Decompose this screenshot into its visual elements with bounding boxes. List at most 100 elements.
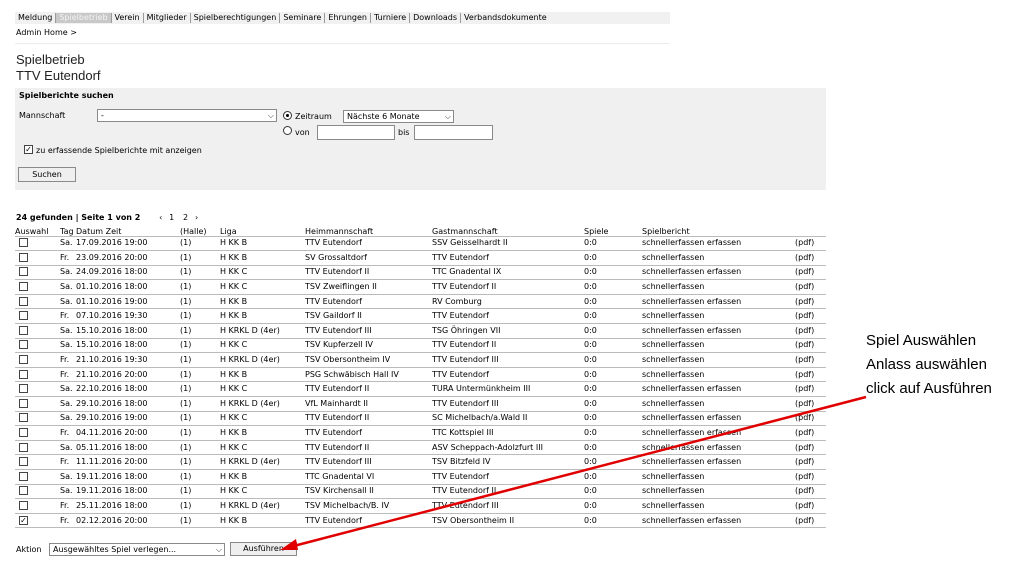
- schnellerfassen-link[interactable]: schnellerfassen: [642, 443, 704, 452]
- schnellerfassen-link[interactable]: schnellerfassen: [642, 399, 704, 408]
- schnellerfassen-link[interactable]: schnellerfassen: [642, 267, 704, 276]
- pdf-link[interactable]: (pdf): [795, 384, 814, 393]
- zeitraum-select[interactable]: Nächste 6 Monate ⌵: [343, 110, 454, 123]
- pdf-link[interactable]: (pdf): [795, 501, 814, 510]
- row-select-checkbox[interactable]: [19, 500, 28, 510]
- row-select-checkbox[interactable]: ✓: [19, 515, 28, 525]
- schnellerfassen-link[interactable]: schnellerfassen: [642, 253, 704, 262]
- row-select-checkbox[interactable]: [19, 369, 28, 379]
- schnellerfassen-link[interactable]: schnellerfassen: [642, 457, 704, 466]
- schnellerfassen-link[interactable]: schnellerfassen: [642, 282, 704, 291]
- cell-gastmannschaft: TTV Eutendorf II: [432, 279, 584, 295]
- erfassen-link[interactable]: erfassen: [707, 297, 741, 306]
- nav-item-meldung[interactable]: Meldung: [15, 13, 57, 23]
- row-select-checkbox[interactable]: [19, 457, 28, 467]
- schnellerfassen-link[interactable]: schnellerfassen: [642, 238, 704, 247]
- nav-item-verbandsdokumente[interactable]: Verbandsdokumente: [461, 13, 550, 23]
- schnellerfassen-link[interactable]: schnellerfassen: [642, 413, 704, 422]
- row-select-checkbox[interactable]: [19, 442, 28, 452]
- pdf-link[interactable]: (pdf): [795, 486, 814, 495]
- pdf-link[interactable]: (pdf): [795, 253, 814, 262]
- nav-item-seminare[interactable]: Seminare: [280, 13, 326, 23]
- schnellerfassen-link[interactable]: schnellerfassen: [642, 472, 704, 481]
- nav-item-mitglieder[interactable]: Mitglieder: [144, 13, 191, 23]
- schnellerfassen-link[interactable]: schnellerfassen: [642, 370, 704, 379]
- erfassen-link[interactable]: erfassen: [707, 238, 741, 247]
- von-input[interactable]: [317, 125, 395, 140]
- schnellerfassen-link[interactable]: schnellerfassen: [642, 355, 704, 364]
- erfassen-link[interactable]: erfassen: [707, 267, 741, 276]
- pdf-link[interactable]: (pdf): [795, 311, 814, 320]
- schnellerfassen-link[interactable]: schnellerfassen: [642, 311, 704, 320]
- next-page-icon[interactable]: ›: [195, 213, 198, 222]
- row-select-checkbox[interactable]: [19, 355, 28, 365]
- row-select-checkbox[interactable]: [19, 252, 28, 262]
- ausfuehren-button[interactable]: Ausführen: [230, 542, 297, 556]
- page-link-1[interactable]: 1: [169, 213, 174, 222]
- page-link-2[interactable]: 2: [183, 213, 188, 222]
- pdf-link[interactable]: (pdf): [795, 326, 814, 335]
- prev-page-icon[interactable]: ‹: [159, 213, 162, 222]
- schnellerfassen-link[interactable]: schnellerfassen: [642, 326, 704, 335]
- pdf-link[interactable]: (pdf): [795, 399, 814, 408]
- include-pending-checkbox[interactable]: ✓: [24, 145, 33, 154]
- row-select-checkbox[interactable]: [19, 384, 28, 394]
- nav-item-downloads[interactable]: Downloads: [410, 13, 462, 23]
- zeitraum-radio[interactable]: [283, 111, 292, 120]
- row-select-checkbox[interactable]: [19, 311, 28, 321]
- pdf-link[interactable]: (pdf): [795, 413, 814, 422]
- pdf-link[interactable]: (pdf): [795, 355, 814, 364]
- pdf-link[interactable]: (pdf): [795, 472, 814, 481]
- pdf-link[interactable]: (pdf): [795, 297, 814, 306]
- row-select-checkbox[interactable]: [19, 486, 28, 496]
- schnellerfassen-link[interactable]: schnellerfassen: [642, 297, 704, 306]
- breadcrumb[interactable]: Admin Home >: [16, 28, 77, 37]
- pdf-link[interactable]: (pdf): [795, 340, 814, 349]
- row-select-checkbox[interactable]: [19, 428, 28, 438]
- nav-item-spielberechtigungen[interactable]: Spielberechtigungen: [191, 13, 281, 23]
- row-select-checkbox[interactable]: [19, 296, 28, 306]
- row-select-checkbox[interactable]: [19, 325, 28, 335]
- erfassen-link[interactable]: erfassen: [707, 428, 741, 437]
- pdf-link[interactable]: (pdf): [795, 282, 814, 291]
- pdf-link[interactable]: (pdf): [795, 457, 814, 466]
- schnellerfassen-link[interactable]: schnellerfassen: [642, 516, 704, 525]
- pdf-link[interactable]: (pdf): [795, 443, 814, 452]
- pdf-link[interactable]: (pdf): [795, 238, 814, 247]
- cell-spiele: 0:0: [584, 512, 642, 529]
- nav-item-verein[interactable]: Verein: [112, 13, 144, 23]
- aktion-select[interactable]: Ausgewähltes Spiel verlegen... ⌵: [49, 543, 225, 556]
- row-select-checkbox[interactable]: [19, 282, 28, 292]
- cell-spielbericht: schnellerfassen: [642, 352, 795, 368]
- cell-heimmannschaft: SV Grossaltdorf: [305, 250, 432, 266]
- row-select-checkbox[interactable]: [19, 398, 28, 408]
- erfassen-link[interactable]: erfassen: [707, 326, 741, 335]
- nav-item-spielbetrieb[interactable]: Spielbetrieb: [56, 13, 112, 23]
- row-select-checkbox[interactable]: [19, 471, 28, 481]
- cell-pdf: (pdf): [795, 454, 826, 470]
- schnellerfassen-link[interactable]: schnellerfassen: [642, 486, 704, 495]
- schnellerfassen-link[interactable]: schnellerfassen: [642, 340, 704, 349]
- von-radio[interactable]: [283, 126, 292, 135]
- row-select-checkbox[interactable]: [19, 238, 28, 248]
- schnellerfassen-link[interactable]: schnellerfassen: [642, 501, 704, 510]
- row-select-checkbox[interactable]: [19, 413, 28, 423]
- erfassen-link[interactable]: erfassen: [707, 384, 741, 393]
- nav-item-turniere[interactable]: Turniere: [371, 13, 411, 23]
- bis-input[interactable]: [414, 125, 493, 140]
- schnellerfassen-link[interactable]: schnellerfassen: [642, 428, 704, 437]
- mannschaft-select[interactable]: - ⌵: [97, 109, 277, 122]
- erfassen-link[interactable]: erfassen: [707, 413, 741, 422]
- pdf-link[interactable]: (pdf): [795, 428, 814, 437]
- pdf-link[interactable]: (pdf): [795, 370, 814, 379]
- pdf-link[interactable]: (pdf): [795, 516, 814, 525]
- pdf-link[interactable]: (pdf): [795, 267, 814, 276]
- row-select-checkbox[interactable]: [19, 267, 28, 277]
- nav-item-ehrungen[interactable]: Ehrungen: [325, 13, 371, 23]
- erfassen-link[interactable]: erfassen: [707, 443, 741, 452]
- search-button[interactable]: Suchen: [18, 167, 76, 182]
- erfassen-link[interactable]: erfassen: [707, 516, 741, 525]
- row-select-checkbox[interactable]: [19, 340, 28, 350]
- erfassen-link[interactable]: erfassen: [707, 457, 741, 466]
- schnellerfassen-link[interactable]: schnellerfassen: [642, 384, 704, 393]
